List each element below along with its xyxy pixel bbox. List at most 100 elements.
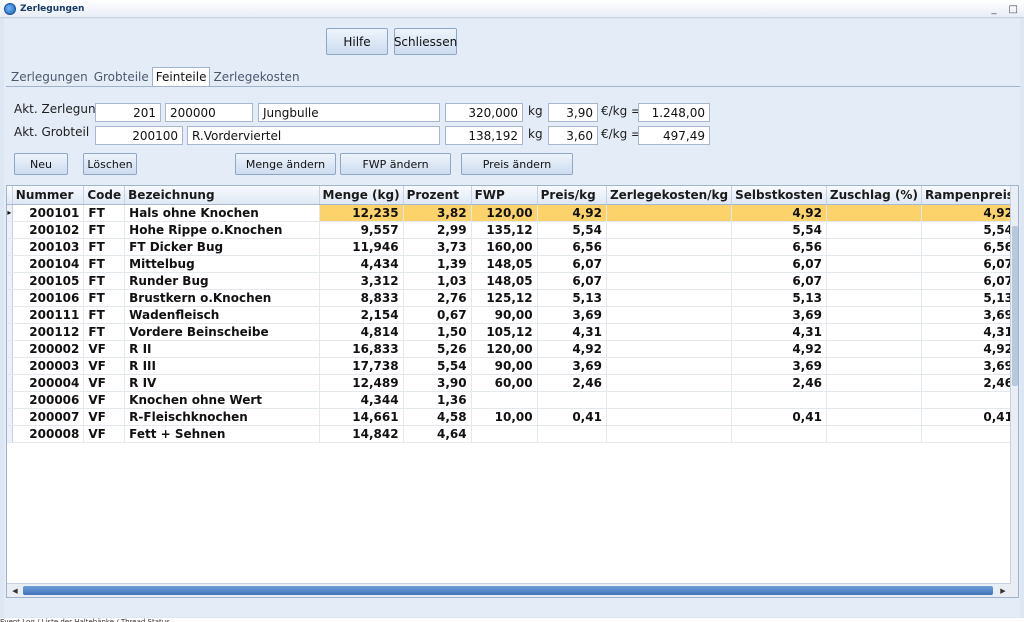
cell-zerlegekosten[interactable] [606,391,733,409]
cell-zuschlag[interactable] [826,272,922,290]
cell-prozent[interactable]: 0,67 [403,306,472,324]
cell-menge[interactable]: 12,489 [319,374,404,392]
column-header-prozent[interactable]: Prozent [403,186,472,205]
cell-prozent[interactable]: 5,26 [403,340,472,358]
cell-fwp[interactable] [471,425,538,443]
cell-bezeichnung[interactable]: Wadenfleisch [124,306,320,324]
cell-zerlegekosten[interactable] [606,221,733,239]
cell-rampenpreis[interactable] [921,391,1018,409]
cell-rampenpreis[interactable]: 4,31 [921,323,1018,341]
cell-menge[interactable]: 14,661 [319,408,404,426]
vertical-scrollbar[interactable] [1010,186,1018,597]
cell-menge[interactable]: 14,842 [319,425,404,443]
cell-selbstkosten[interactable]: 4,92 [731,204,827,222]
cell-selbstkosten[interactable]: 4,92 [731,340,827,358]
cell-menge[interactable]: 17,738 [319,357,404,375]
cell-selbstkosten[interactable] [731,391,827,409]
cell-rampenpreis[interactable]: 3,69 [921,357,1018,375]
cell-fwp[interactable]: 160,00 [471,238,538,256]
cell-nummer[interactable]: 200111 [12,306,85,324]
column-header-preis[interactable]: Preis/kg [537,186,607,205]
cell-rampenpreis[interactable]: 4,92 [921,340,1018,358]
cell-nummer[interactable]: 200008 [12,425,85,443]
cell-nummer[interactable]: 200112 [12,323,85,341]
cell-zuschlag[interactable] [826,425,922,443]
cell-zerlegekosten[interactable] [606,238,733,256]
grobteil-nr-field[interactable]: 200100 [95,126,183,145]
cell-rampenpreis[interactable]: 0,41 [921,408,1018,426]
column-header-fwp[interactable]: FWP [471,186,538,205]
cell-preis[interactable]: 4,92 [537,340,607,358]
delete-button[interactable]: Löschen [83,153,137,175]
column-header-nummer[interactable]: Nummer [12,186,85,205]
zerlegung-total-field[interactable]: 1.248,00 [638,103,710,122]
cell-zuschlag[interactable] [826,340,922,358]
cell-bezeichnung[interactable]: Vordere Beinscheibe [124,323,320,341]
cell-bezeichnung[interactable]: R III [124,357,320,375]
cell-bezeichnung[interactable]: Knochen ohne Wert [124,391,320,409]
cell-preis[interactable]: 6,07 [537,255,607,273]
zerlegung-nr-field[interactable]: 201 [95,103,161,122]
cell-zuschlag[interactable] [826,391,922,409]
cell-bezeichnung[interactable]: Hohe Rippe o.Knochen [124,221,320,239]
cell-preis[interactable]: 6,07 [537,272,607,290]
cell-zerlegekosten[interactable] [606,255,733,273]
cell-preis[interactable]: 4,92 [537,204,607,222]
cell-selbstkosten[interactable]: 0,41 [731,408,827,426]
cell-fwp[interactable]: 105,12 [471,323,538,341]
cell-bezeichnung[interactable]: FT Dicker Bug [124,238,320,256]
cell-zerlegekosten[interactable] [606,323,733,341]
cell-selbstkosten[interactable]: 5,13 [731,289,827,307]
cell-bezeichnung[interactable]: Mittelbug [124,255,320,273]
cell-code[interactable]: FT [83,272,126,290]
cell-preis[interactable]: 5,13 [537,289,607,307]
cell-preis[interactable] [537,425,607,443]
cell-rampenpreis[interactable] [921,425,1018,443]
table-row[interactable]: 200004 VF R IV 12,489 3,90 60,00 2,46 2,46 2,46 [7,374,1018,392]
cell-menge[interactable]: 4,814 [319,323,404,341]
cell-fwp[interactable]: 148,05 [471,272,538,290]
horizontal-scroll-thumb[interactable] [23,586,993,595]
zerlegung-preis-field[interactable]: 3,90 [548,103,598,122]
cell-menge[interactable]: 12,235 [319,204,404,222]
grobteil-name-field[interactable]: R.Vorderviertel [187,126,440,145]
cell-rampenpreis[interactable]: 6,07 [921,272,1018,290]
cell-code[interactable]: VF [83,340,126,358]
cell-selbstkosten[interactable]: 4,31 [731,323,827,341]
cell-zuschlag[interactable] [826,204,922,222]
cell-nummer[interactable]: 200006 [12,391,85,409]
cell-bezeichnung[interactable]: Runder Bug [124,272,320,290]
cell-bezeichnung[interactable]: Brustkern o.Knochen [124,289,320,307]
change-qty-button[interactable]: Menge ändern [235,153,336,175]
cell-menge[interactable]: 4,344 [319,391,404,409]
maximize-button[interactable]: □ [1009,4,1018,15]
table-row[interactable]: 200111 FT Wadenfleisch 2,154 0,67 90,00 3,69 3,… [7,306,1018,324]
cell-zerlegekosten[interactable] [606,306,733,324]
column-header-bezeichnung[interactable]: Bezeichnung [124,186,320,205]
cell-fwp[interactable]: 90,00 [471,357,538,375]
cell-prozent[interactable]: 2,99 [403,221,472,239]
tab-zerlegungen[interactable]: Zerlegungen [8,69,91,87]
cell-zuschlag[interactable] [826,357,922,375]
cell-nummer[interactable]: 200102 [12,221,85,239]
cell-bezeichnung[interactable]: R II [124,340,320,358]
table-row[interactable]: 200105 FT Runder Bug 3,312 1,03 148,05 6,07 6,0… [7,272,1018,290]
cell-menge[interactable]: 3,312 [319,272,404,290]
cell-rampenpreis[interactable]: 5,54 [921,221,1018,239]
cell-prozent[interactable]: 3,90 [403,374,472,392]
cell-nummer[interactable]: 200104 [12,255,85,273]
cell-rampenpreis[interactable]: 5,13 [921,289,1018,307]
cell-prozent[interactable]: 1,50 [403,323,472,341]
cell-code[interactable]: FT [83,289,126,307]
cell-preis[interactable]: 5,54 [537,221,607,239]
zerlegung-artikel-field[interactable]: 200000 [165,103,253,122]
cell-code[interactable]: FT [83,306,126,324]
cell-zerlegekosten[interactable] [606,340,733,358]
cell-nummer[interactable]: 200105 [12,272,85,290]
cell-prozent[interactable]: 4,58 [403,408,472,426]
cell-preis[interactable]: 6,56 [537,238,607,256]
cell-menge[interactable]: 4,434 [319,255,404,273]
cell-selbstkosten[interactable]: 6,56 [731,238,827,256]
table-row[interactable]: 200106 FT Brustkern o.Knochen 8,833 2,76 125,… [7,289,1018,307]
table-row[interactable]: 200003 VF R III 17,738 5,54 90,00 3,69 3,69 3,69 [7,357,1018,375]
